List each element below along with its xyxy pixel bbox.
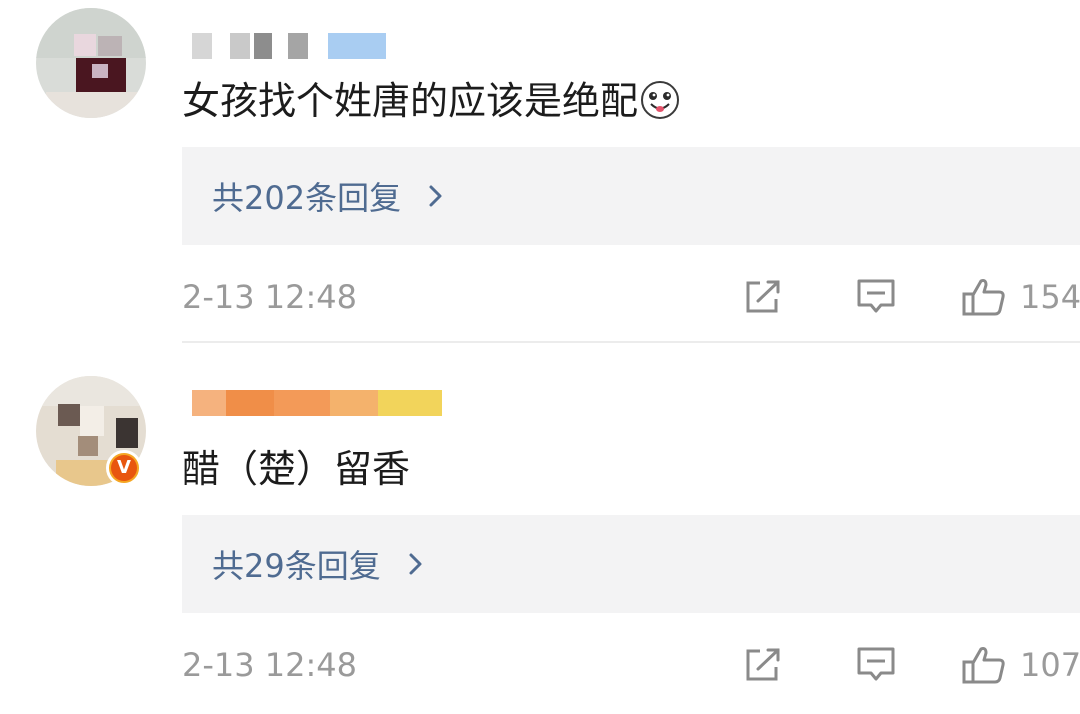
comment-button[interactable] [856, 277, 896, 317]
grinning-dog-emoji [641, 81, 680, 119]
share-button[interactable] [744, 645, 782, 685]
chevron-right-icon [429, 185, 442, 207]
replies-label: 共202条回复 [212, 179, 402, 217]
comment-meta: 2-13 12:48 107 [182, 645, 1080, 685]
like-button[interactable]: 154 [962, 277, 1080, 317]
comment-meta: 2-13 12:48 154 [182, 277, 1080, 317]
avatar[interactable] [36, 8, 146, 118]
comment-item: 女孩找个姓唐的应该是绝配 共202条回复 2-13 12:48 154 [0, 0, 1080, 342]
share-icon [746, 280, 780, 313]
comment-divider [182, 341, 1080, 343]
chevron-right-icon [409, 553, 422, 575]
comment-icon [857, 279, 895, 313]
replies-label: 共29条回复 [212, 547, 381, 585]
comment-button[interactable] [856, 645, 896, 685]
view-replies-button[interactable]: 共202条回复 [182, 147, 1080, 245]
timestamp: 2-13 12:48 [182, 278, 358, 316]
like-count: 154 [1020, 278, 1080, 316]
thumbs-up-icon [962, 647, 1005, 684]
comment-text: 醋（楚）留香 [182, 447, 411, 491]
timestamp: 2-13 12:48 [182, 646, 358, 684]
share-button[interactable] [744, 277, 782, 317]
comment-icon [857, 647, 895, 681]
like-button[interactable]: 107 [962, 645, 1080, 685]
share-icon [746, 648, 780, 681]
view-replies-button[interactable]: 共29条回复 [182, 515, 1080, 613]
like-count: 107 [1020, 646, 1080, 684]
thumbs-up-icon [962, 279, 1005, 316]
comment-item: V 醋（楚）留香 共29条回复 2-13 12:48 107 [0, 344, 1080, 714]
verified-badge: V [106, 450, 142, 486]
comment-text: 女孩找个姓唐的应该是绝配 [182, 78, 680, 124]
